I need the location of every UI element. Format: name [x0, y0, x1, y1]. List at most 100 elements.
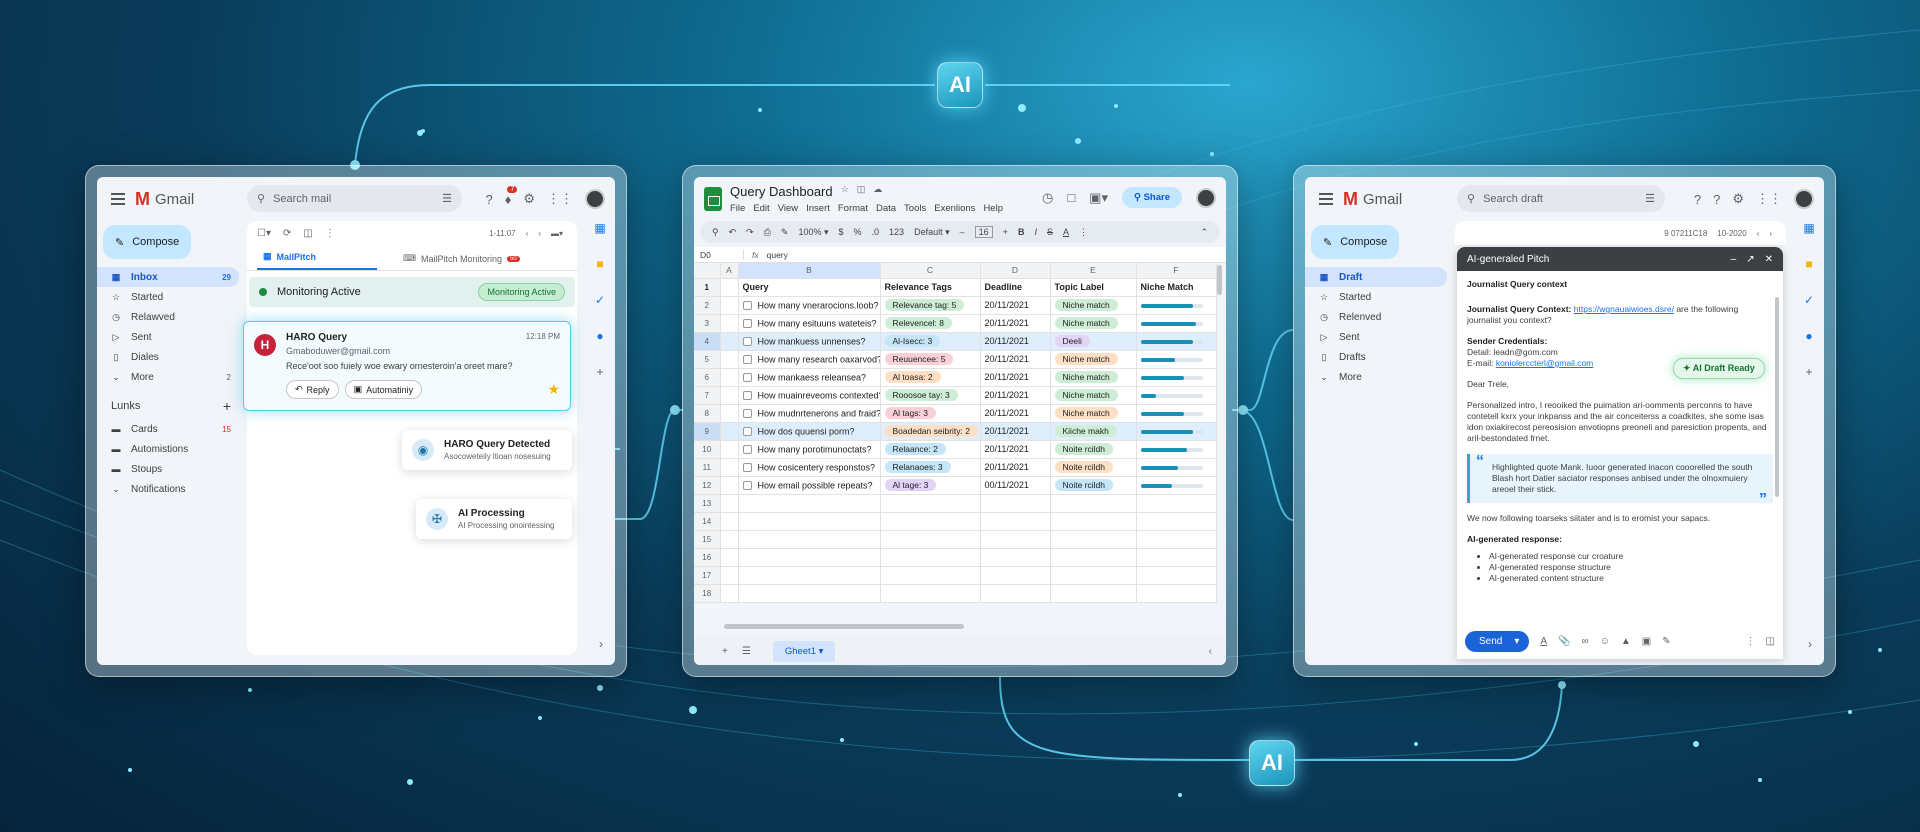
font-size-increase-icon[interactable]: +	[1003, 227, 1008, 237]
checkbox[interactable]	[742, 300, 752, 310]
column-title[interactable]: Deadline	[980, 278, 1051, 297]
table-cell[interactable]	[880, 566, 981, 585]
deadline-cell[interactable]: 00/11/2021	[980, 476, 1051, 495]
contacts-icon[interactable]: ●	[596, 329, 603, 343]
relevance-cell[interactable]: Al tags: 3	[880, 404, 981, 423]
search-bar[interactable]: ⚲ Search mail ☰	[247, 185, 462, 212]
star-icon[interactable]: ☆	[841, 184, 849, 199]
label-item-automistions[interactable]: ▬ Automistions	[97, 439, 239, 459]
topic-cell[interactable]: Niche match	[1050, 386, 1137, 405]
empty-row[interactable]: 18	[694, 584, 1217, 603]
video-icon[interactable]: ▣▾	[1089, 190, 1108, 206]
topic-cell[interactable]: Niche match	[1050, 296, 1137, 315]
table-cell[interactable]	[738, 548, 881, 567]
table-cell[interactable]	[720, 404, 739, 423]
deadline-cell[interactable]: 20/11/2021	[980, 404, 1051, 423]
table-cell[interactable]	[1136, 494, 1217, 513]
sidebar-item-diales[interactable]: ▯ Diales	[97, 347, 239, 367]
table-cell[interactable]	[720, 530, 739, 549]
table-cell[interactable]	[720, 458, 739, 477]
table-cell[interactable]	[738, 512, 881, 531]
table-row[interactable]: 9 How dos quuensi porm? Boadedan seibrity:…	[694, 422, 1217, 441]
menu-extensions[interactable]: Exenlions	[934, 203, 975, 214]
niche-match-cell[interactable]	[1136, 476, 1217, 495]
niche-match-cell[interactable]	[1136, 422, 1217, 441]
chevron-left-icon[interactable]: ‹	[1209, 646, 1212, 657]
relevance-cell[interactable]: Relanaoes: 3	[880, 458, 981, 477]
checkbox[interactable]	[742, 480, 752, 490]
select-checkbox-icon[interactable]: ☐▾	[257, 228, 271, 239]
row-number[interactable]: 12	[694, 476, 721, 495]
query-cell[interactable]: How many research oaxarvod?	[738, 350, 881, 369]
query-cell[interactable]: How many porotimunoctats?	[738, 440, 881, 459]
font-size-decrease-icon[interactable]: –	[960, 227, 965, 237]
topic-cell[interactable]: Noite rcildh	[1050, 440, 1137, 459]
chevron-right-icon[interactable]: ›	[599, 637, 603, 651]
tab-sheet1[interactable]: Gheet1 ▾	[772, 640, 836, 662]
checkbox[interactable]	[742, 462, 752, 472]
table-cell[interactable]	[880, 530, 981, 549]
niche-match-cell[interactable]	[1136, 368, 1217, 387]
send-options-icon[interactable]: ▾	[1514, 636, 1519, 647]
table-cell[interactable]	[720, 512, 739, 531]
gear-icon[interactable]: ⚙	[523, 191, 535, 207]
topic-cell[interactable]: Niche match	[1050, 350, 1137, 369]
column-header[interactable]: E	[1050, 263, 1137, 279]
sidebar-item-draft[interactable]: ▦ Draft	[1305, 267, 1447, 287]
row-number[interactable]: 5	[694, 350, 721, 369]
menu-icon[interactable]	[1319, 193, 1333, 205]
table-cell[interactable]	[738, 566, 881, 585]
table-cell[interactable]	[980, 494, 1051, 513]
help-icon[interactable]: ?	[1694, 192, 1701, 207]
table-cell[interactable]	[1136, 584, 1217, 603]
keep-icon[interactable]: ■	[596, 257, 603, 271]
query-cell[interactable]: How email possible repeats?	[738, 476, 881, 495]
table-cell[interactable]	[720, 386, 739, 405]
table-row[interactable]: 10 How many porotimunoctats? Relaance: 2 20…	[694, 440, 1217, 459]
row-number[interactable]: 10	[694, 440, 721, 459]
row-number[interactable]: 7	[694, 386, 721, 405]
table-cell[interactable]	[720, 494, 739, 513]
compose-button[interactable]: ✎ Compose	[103, 225, 191, 259]
table-cell[interactable]	[720, 566, 739, 585]
table-row[interactable]: 6 How mankaess releansea? Al toasa: 2 20/11…	[694, 368, 1217, 387]
tab-mailpitch[interactable]: ▦ MailPitch	[257, 251, 377, 270]
relevance-cell[interactable]: Al tage: 3	[880, 476, 981, 495]
table-cell[interactable]	[1050, 530, 1137, 549]
refresh-icon[interactable]: ⟳	[283, 228, 291, 239]
topic-cell[interactable]: Kiiche makh	[1050, 422, 1137, 441]
notification-ai-processing[interactable]: ✠ AI Processing AI Processing onointessi…	[416, 499, 572, 539]
table-cell[interactable]	[980, 530, 1051, 549]
menu-view[interactable]: View	[778, 203, 798, 214]
deadline-cell[interactable]: 20/11/2021	[980, 332, 1051, 351]
attach-icon[interactable]: 📎	[1558, 636, 1570, 647]
send-button[interactable]: Send ▾	[1465, 630, 1530, 652]
niche-match-cell[interactable]	[1136, 404, 1217, 423]
menu-format[interactable]: Format	[838, 203, 868, 214]
apps-icon[interactable]: ⋮⋮	[1756, 191, 1782, 207]
query-cell[interactable]: How mudnrtenerons and fraid?	[738, 404, 881, 423]
add-addon-icon[interactable]: +	[596, 365, 603, 379]
topic-cell[interactable]: Niche match	[1050, 404, 1137, 423]
filter-icon[interactable]: ☰	[442, 192, 452, 205]
trash-icon[interactable]: ◫	[1766, 636, 1775, 647]
checkbox[interactable]	[742, 318, 752, 328]
tab-mailpitch-monitoring[interactable]: ⌨ MailPitch Monitoring 50	[397, 253, 526, 270]
query-cell[interactable]: How mankaess releansea?	[738, 368, 881, 387]
deadline-cell[interactable]: 20/11/2021	[980, 422, 1051, 441]
email-link[interactable]: koniolerccterl@gmail.com	[1496, 358, 1593, 368]
table-cell[interactable]	[880, 584, 981, 603]
niche-match-cell[interactable]	[1136, 458, 1217, 477]
topic-cell[interactable]: Niche match	[1050, 314, 1137, 333]
chevron-right-icon[interactable]: ›	[1808, 637, 1812, 651]
notification-haro-detected[interactable]: ◉ HARO Query Detected Asocoweteily ltioa…	[402, 430, 572, 470]
bold-icon[interactable]: B	[1018, 227, 1025, 237]
email-row-haro-query[interactable]: H HARO Query 12:18 PM Gmaboduwer@gmail.c…	[243, 321, 571, 411]
star-icon[interactable]: ★	[547, 381, 560, 398]
column-header[interactable]: F	[1136, 263, 1217, 279]
reply-button[interactable]: ↶ Reply	[286, 380, 339, 399]
label-item-stoups[interactable]: ▬ Stoups	[97, 459, 239, 479]
column-title[interactable]: Topic Label	[1050, 278, 1137, 297]
folder-icon[interactable]: ◫	[857, 184, 866, 199]
deadline-cell[interactable]: 20/11/2021	[980, 350, 1051, 369]
